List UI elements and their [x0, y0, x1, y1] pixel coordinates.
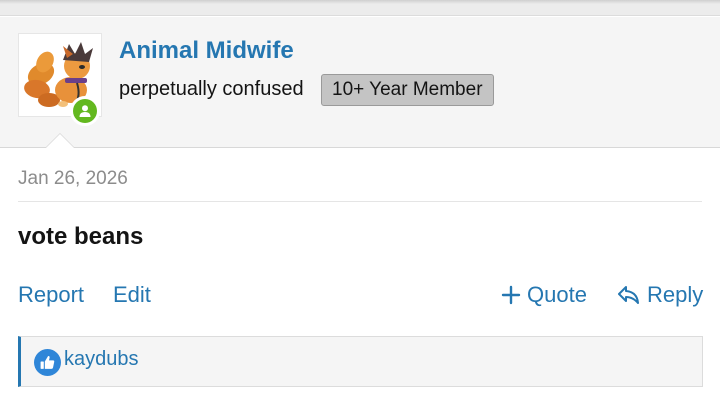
reply-arrow-icon	[618, 286, 639, 304]
post-user-header: Animal Midwife perpetually confused 10+ …	[0, 17, 720, 148]
divider	[18, 201, 702, 202]
plus-icon	[501, 285, 521, 305]
username-link[interactable]: Animal Midwife	[119, 37, 294, 65]
edit-button[interactable]: Edit	[113, 282, 151, 308]
top-scroll-strip	[0, 0, 720, 16]
online-status-indicator	[70, 96, 100, 126]
reaction-user-link[interactable]: kaydubs	[64, 348, 139, 371]
reply-label: Reply	[647, 282, 704, 307]
reactions-bar: kaydubs	[18, 336, 703, 387]
post-message-body: vote beans	[18, 223, 144, 250]
user-banner-badge: 10+ Year Member	[321, 74, 494, 106]
thumbs-up-icon	[34, 349, 61, 376]
user-icon	[79, 105, 91, 117]
post-date-link[interactable]: Jan 26, 2026	[18, 168, 128, 190]
user-title: perpetually confused	[119, 78, 304, 100]
report-label: Report	[18, 282, 85, 307]
edit-label: Edit	[113, 282, 151, 307]
header-pointer-arrow	[45, 133, 75, 148]
quote-button[interactable]: Quote	[501, 282, 587, 308]
quote-label: Quote	[527, 282, 587, 307]
report-button[interactable]: Report	[18, 282, 84, 308]
reply-button[interactable]: Reply	[617, 282, 703, 308]
